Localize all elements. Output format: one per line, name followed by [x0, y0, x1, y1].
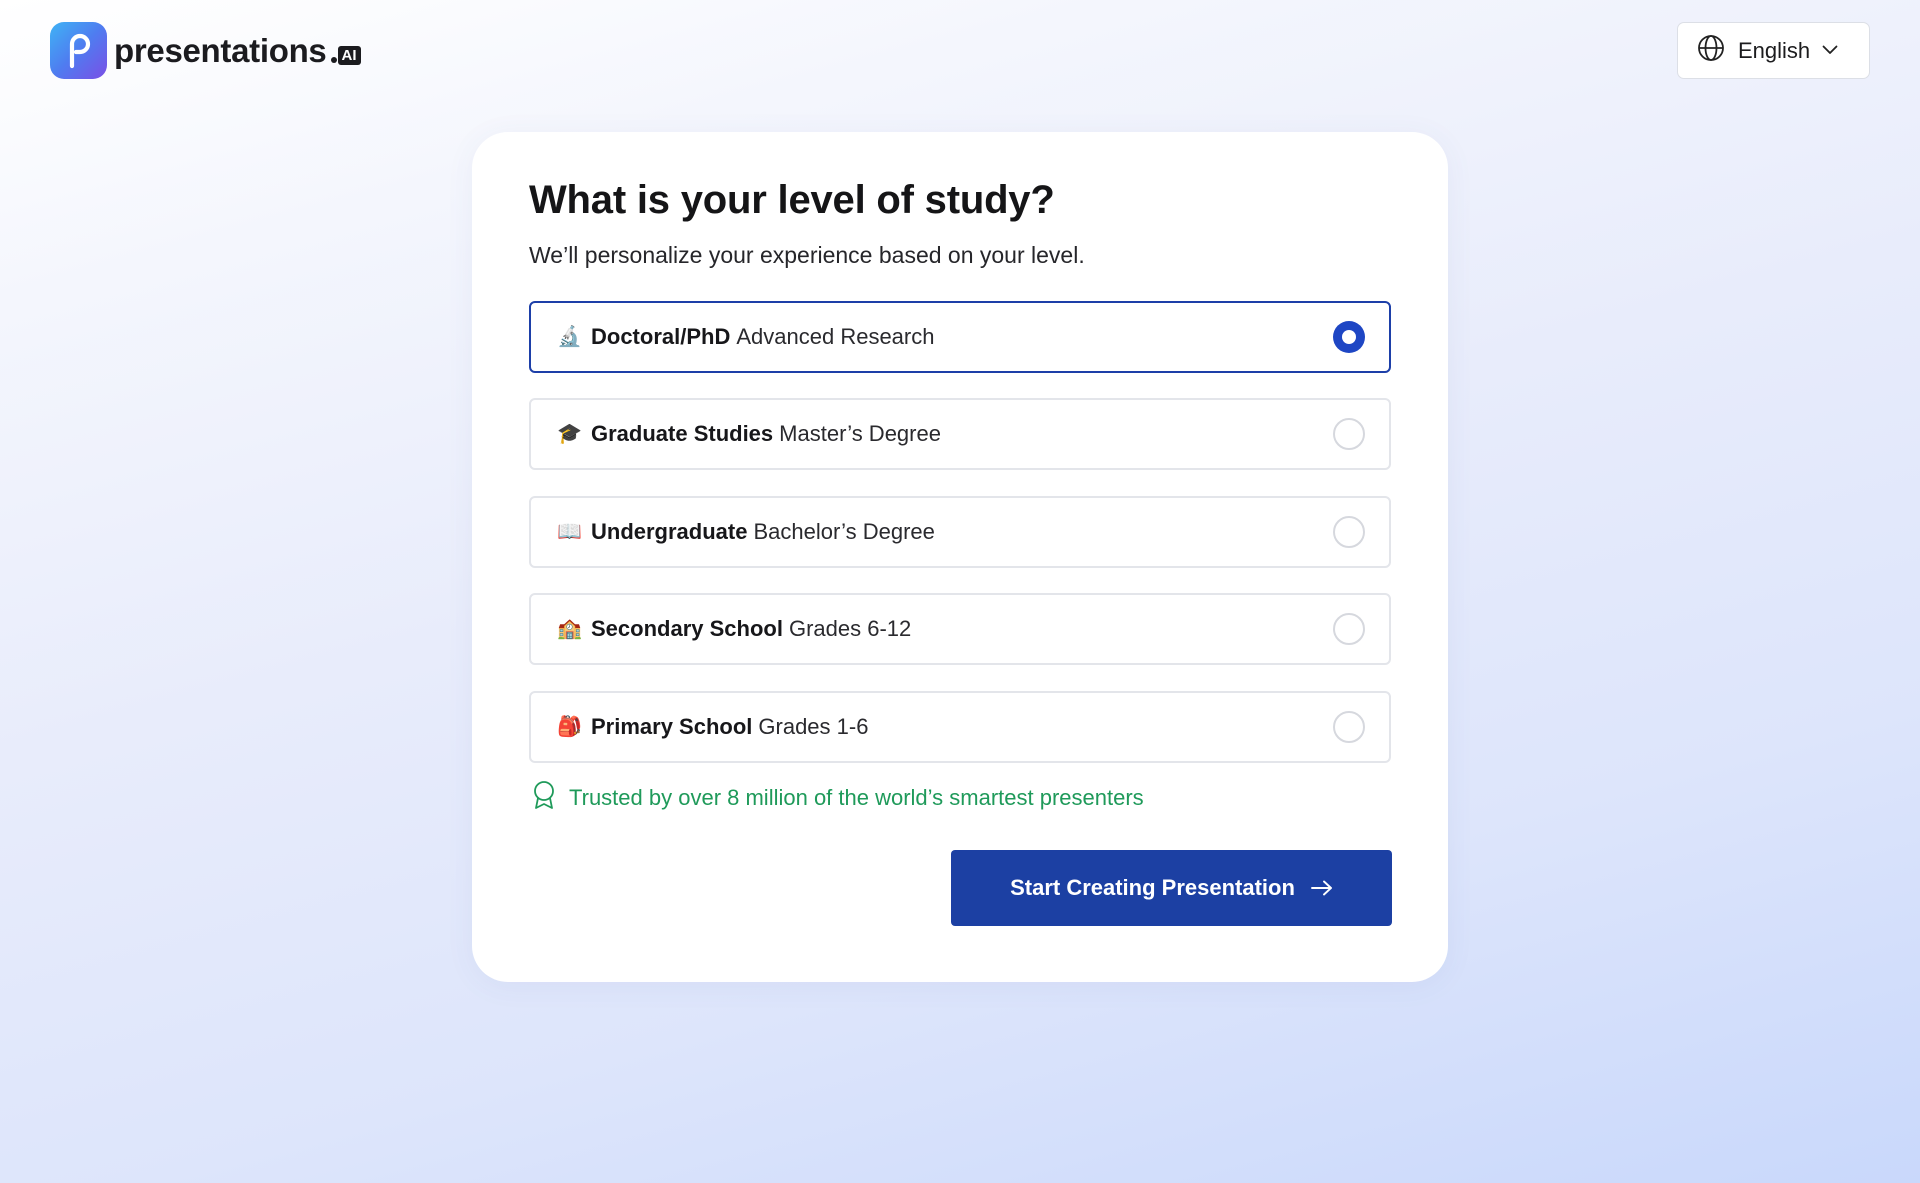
brand-name: presentations — [114, 31, 327, 69]
start-creating-label: Start Creating Presentation — [1010, 875, 1295, 900]
page-subtitle: We’ll personalize your experience based … — [529, 242, 1085, 268]
p-logo-icon — [50, 21, 107, 79]
page-title: What is your level of study? — [529, 178, 1055, 222]
option-name: Primary School — [591, 714, 753, 739]
radio-undergraduate[interactable] — [1333, 516, 1365, 548]
trust-note: Trusted by over 8 million of the world’s… — [531, 780, 1144, 815]
radio-primary[interactable] — [1333, 711, 1365, 743]
open-book-icon: 📖 — [557, 521, 582, 543]
graduation-cap-icon: 🎓 — [557, 423, 582, 445]
chevron-down-icon — [1822, 42, 1838, 60]
award-badge-icon — [531, 780, 557, 815]
radio-secondary[interactable] — [1333, 613, 1365, 645]
option-description: Grades 6-12 — [788, 616, 912, 641]
start-creating-button[interactable]: Start Creating Presentation — [951, 850, 1392, 926]
option-name: Undergraduate — [591, 519, 748, 544]
brand-logo[interactable]: presentations AI — [50, 21, 361, 79]
language-label: English — [1738, 37, 1811, 63]
arrow-right-icon — [1310, 880, 1333, 896]
option-description: Grades 1-6 — [758, 714, 869, 739]
option-primary[interactable]: 🎒 Primary School Grades 1-6 — [529, 691, 1391, 763]
language-selector[interactable]: English — [1677, 22, 1870, 79]
radio-graduate[interactable] — [1333, 418, 1365, 450]
option-name: Doctoral/PhD — [591, 324, 731, 349]
option-description: Advanced Research — [736, 324, 935, 349]
backpack-icon: 🎒 — [557, 716, 582, 738]
option-name: Graduate Studies — [591, 421, 774, 446]
radio-doctoral[interactable] — [1333, 321, 1365, 353]
option-graduate[interactable]: 🎓 Graduate Studies Master’s Degree — [529, 398, 1391, 470]
top-bar: presentations AI English — [0, 0, 1920, 100]
brand-ai-label: AI — [337, 45, 361, 65]
option-description: Master’s Degree — [779, 421, 941, 446]
school-icon: 🏫 — [557, 618, 582, 640]
study-level-card: What is your level of study? We’ll perso… — [472, 132, 1448, 982]
option-undergraduate[interactable]: 📖 Undergraduate Bachelor’s Degree — [529, 496, 1391, 568]
option-doctoral[interactable]: 🔬 Doctoral/PhD Advanced Research — [529, 301, 1391, 373]
option-name: Secondary School — [591, 616, 783, 641]
globe-icon — [1697, 34, 1725, 67]
trust-text: Trusted by over 8 million of the world’s… — [569, 784, 1144, 810]
option-secondary[interactable]: 🏫 Secondary School Grades 6-12 — [529, 593, 1391, 665]
brand-ai-badge: AI — [330, 45, 361, 65]
microscope-icon: 🔬 — [557, 326, 582, 348]
option-description: Bachelor’s Degree — [753, 519, 935, 544]
